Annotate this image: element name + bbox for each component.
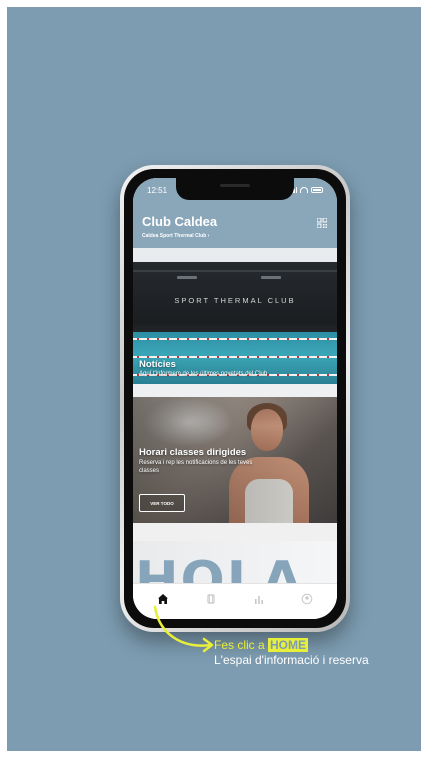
classes-card-title: Horari classes dirigides [139, 447, 247, 458]
tab-stats[interactable] [249, 589, 269, 609]
cta-home-highlight: HOME [268, 638, 309, 652]
page-title: Club Caldea [142, 214, 218, 229]
cta-text: Fes clic a HOME [214, 638, 309, 652]
stats-icon [255, 595, 263, 604]
phone-bezel: 12:51 Club Caldea Caldea Sport Thermal C… [124, 169, 346, 628]
status-time: 12:51 [147, 186, 168, 195]
battery-icon [311, 187, 323, 193]
qr-code-icon[interactable] [317, 218, 327, 228]
spacer [133, 384, 337, 397]
phone-frame: 12:51 Club Caldea Caldea Sport Thermal C… [120, 165, 350, 632]
club-selector[interactable]: Caldea Sport Thermal Club › [142, 233, 209, 239]
news-card-title: Notícies [139, 359, 176, 370]
promo-background: 12:51 Club Caldea Caldea Sport Thermal C… [7, 7, 421, 751]
wifi-icon [300, 187, 308, 193]
profile-icon [301, 593, 313, 604]
classes-card[interactable]: Horari classes dirigides Reserva i rep l… [133, 397, 337, 523]
notch [176, 178, 294, 200]
cta-prefix: Fes clic a [214, 638, 269, 652]
classes-card-subtitle: Reserva i rep les notificacions de les t… [139, 460, 253, 474]
tab-profile[interactable] [297, 589, 317, 609]
pointer-arrow-icon [153, 605, 214, 653]
news-card-subtitle: Aquí t'informem de les últimes novetats … [139, 371, 268, 377]
view-all-button[interactable]: VER TODO [139, 494, 185, 512]
cta-subtext: L'espai d'informació i reserva [214, 653, 369, 667]
phone-screen: 12:51 Club Caldea Caldea Sport Thermal C… [133, 178, 337, 619]
club-sign: SPORT THERMAL CLUB [174, 296, 296, 305]
spacer [133, 523, 337, 541]
news-card[interactable]: SPORT THERMAL CLUB Notícies Aquí t'infor… [133, 262, 337, 384]
spacer [133, 248, 337, 262]
